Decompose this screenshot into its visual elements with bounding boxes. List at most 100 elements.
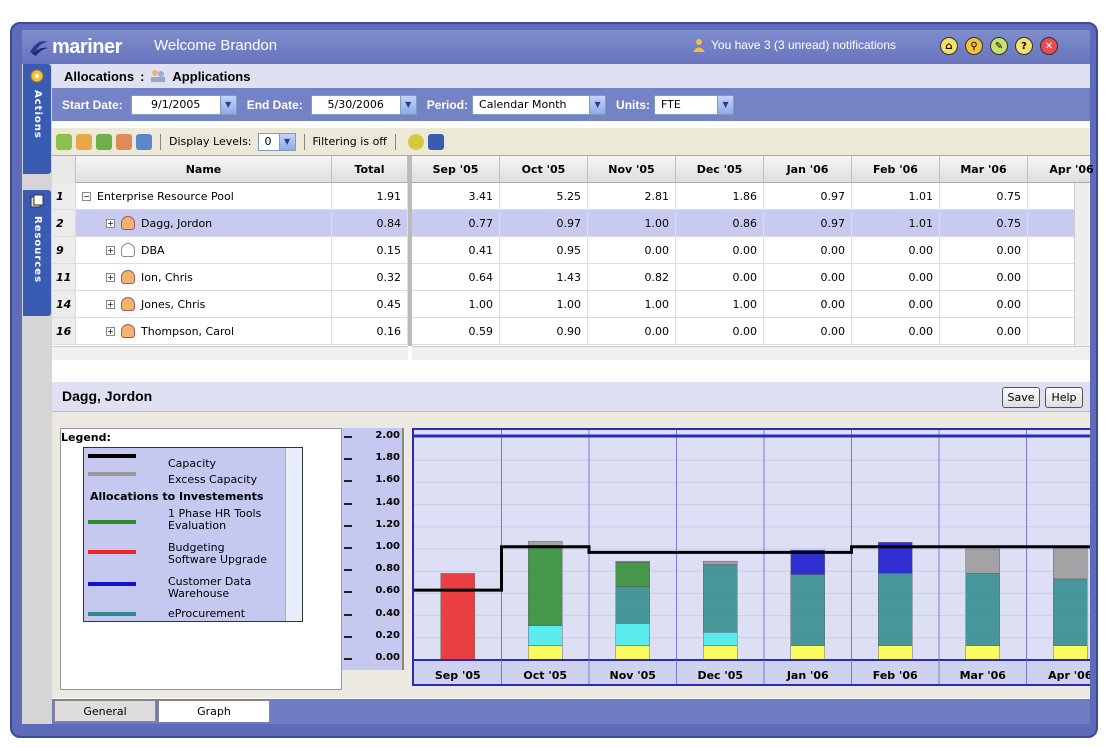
month-value-cell: 0.00	[852, 237, 940, 263]
month-column-header[interactable]: Feb '06	[852, 156, 940, 183]
legend-label: Customer Data Warehouse	[168, 575, 252, 600]
total-column-header[interactable]: Total	[332, 156, 408, 183]
person-icon	[121, 216, 135, 230]
name-cell[interactable]: + Thompson, Carol	[76, 318, 332, 344]
legend-label: Budgeting Software Upgrade	[168, 541, 268, 566]
end-date-dropdown[interactable]: 5/30/2006 ▼	[310, 94, 417, 115]
chart-bar	[878, 645, 913, 661]
fixed-horizontal-scrollbar[interactable]	[52, 346, 408, 360]
table-row[interactable]: 2 + Dagg, Jordon 0.84	[52, 210, 408, 237]
chart-bar	[440, 573, 475, 661]
legend-swatch	[88, 520, 136, 524]
replace-resource-icon[interactable]	[116, 133, 132, 150]
actions-tab[interactable]: Actions	[23, 64, 51, 174]
expand-icon[interactable]: +	[106, 326, 115, 336]
table-row[interactable]: 3.41 5.25 2.81 1.86 0.97 1.01 0.75	[412, 183, 1074, 210]
expand-icon[interactable]: +	[106, 299, 115, 309]
month-column-header[interactable]: Apr '06	[1028, 156, 1110, 183]
breadcrumb-root[interactable]: Allocations	[64, 69, 134, 84]
expand-icon[interactable]: +	[106, 218, 115, 228]
save-icon[interactable]	[427, 133, 444, 150]
expand-icon[interactable]: +	[106, 245, 115, 255]
month-column-header[interactable]: Sep '05	[412, 156, 500, 183]
months-horizontal-scrollbar[interactable]	[412, 346, 1090, 360]
chart-bar	[703, 560, 738, 565]
allocation-grid: Name Total Sep '05 Oct '05 Nov '05 Dec '05 J…	[52, 155, 1094, 372]
tab-graph[interactable]: Graph	[158, 700, 270, 722]
chart-bar	[965, 548, 1000, 574]
x-tick-label: Mar '06	[960, 669, 1007, 682]
close-icon[interactable]: ✕	[1040, 37, 1058, 55]
table-row[interactable]: 0.77 0.97 1.00 0.86 0.97 1.01 0.75	[412, 210, 1074, 237]
end-date-value: 5/30/2006	[327, 98, 384, 111]
table-row[interactable]: 14 + Jones, Chris 0.45	[52, 291, 408, 318]
expand-icon[interactable]: +	[106, 272, 115, 282]
month-column-header[interactable]: Oct '05	[500, 156, 588, 183]
chart-plot: Sep '05 Oct '05 Nov '05 Dec '05 Jan '06 Feb '…	[412, 428, 1090, 686]
month-value-cell: 1.86	[676, 183, 764, 209]
legend-scrollbar[interactable]	[285, 448, 302, 621]
display-levels-dropdown[interactable]: 0 ▼	[257, 132, 296, 151]
notifications-link[interactable]: You have 3 (3 unread) notifications	[692, 38, 896, 52]
legend-swatch	[88, 612, 136, 616]
units-dropdown[interactable]: FTE ▼	[654, 94, 735, 115]
name-cell[interactable]: + Jones, Chris	[76, 291, 332, 317]
month-value-cell: 2.81	[588, 183, 676, 209]
legend-swatch	[88, 550, 136, 554]
name-cell[interactable]: − Enterprise Resource Pool	[76, 183, 332, 209]
allocation-chart: Sep '05 Oct '05 Nov '05 Dec '05 Jan '06 Feb '…	[414, 430, 1090, 684]
table-row[interactable]: 11 + Ion, Chris 0.32	[52, 264, 408, 291]
x-tick-label: Sep '05	[435, 669, 481, 682]
month-column-header[interactable]: Jan '06	[764, 156, 852, 183]
filter-edit-icon[interactable]	[407, 133, 424, 150]
add-resource-icon[interactable]	[56, 133, 72, 150]
search-icon[interactable]: ⚲	[965, 37, 983, 55]
tab-general[interactable]: General	[54, 700, 156, 722]
help-button[interactable]: Help	[1045, 387, 1083, 408]
x-tick-label: Jan '06	[786, 669, 829, 682]
y-axis: 2.00 1.80 1.60 1.40 1.20 1.00 0.80 0.60 0.40 0.20…	[342, 428, 404, 670]
save-button[interactable]: Save	[1002, 387, 1040, 408]
row-number: 9	[52, 237, 76, 263]
month-column-header[interactable]: Nov '05	[588, 156, 676, 183]
resources-tab[interactable]: Resources	[23, 190, 51, 316]
table-row[interactable]: 1− Enterprise Resource Pool 1.91	[52, 183, 408, 210]
chevron-down-icon: ▼	[278, 133, 295, 150]
month-column-header[interactable]: Mar '06	[940, 156, 1028, 183]
legend-swatch	[88, 582, 136, 586]
start-date-dropdown[interactable]: 9/1/2005 ▼	[130, 94, 237, 115]
units-value: FTE	[661, 98, 681, 111]
logo-swoosh-icon	[30, 41, 48, 56]
edit-icon[interactable]: ✎	[990, 37, 1008, 55]
expand-icon[interactable]: −	[82, 191, 91, 201]
legend-label: Capacity	[168, 457, 217, 470]
filter-bar: Start Date: 9/1/2005 ▼ End Date: 5/30/20…	[52, 88, 1090, 121]
actions-label: Actions	[32, 90, 43, 139]
assign-resource-icon[interactable]	[96, 133, 112, 150]
table-row[interactable]: 0.41 0.95 0.00 0.00 0.00 0.00 0.00	[412, 237, 1074, 264]
name-text: Enterprise Resource Pool	[97, 189, 234, 203]
month-column-header[interactable]: Dec '05	[676, 156, 764, 183]
total-cell: 0.15	[332, 237, 408, 263]
table-row[interactable]: 1.00 1.00 1.00 1.00 0.00 0.00 0.00	[412, 291, 1074, 318]
display-levels-label: Display Levels:	[169, 135, 252, 148]
name-cell[interactable]: + Ion, Chris	[76, 264, 332, 290]
period-dropdown[interactable]: Calendar Month ▼	[472, 94, 607, 115]
table-row[interactable]: 9 + DBA 0.15	[52, 237, 408, 264]
table-row[interactable]: 16 + Thompson, Carol 0.16	[52, 318, 408, 345]
row-number: 14	[52, 291, 76, 317]
remove-resource-icon[interactable]	[76, 133, 92, 150]
table-row[interactable]: 0.59 0.90 0.00 0.00 0.00 0.00 0.00	[412, 318, 1074, 345]
home-icon[interactable]: ⌂	[940, 37, 958, 55]
name-cell[interactable]: + Dagg, Jordon	[76, 210, 332, 236]
grid-splitter[interactable]	[408, 156, 412, 346]
chart-view-icon[interactable]	[136, 133, 152, 150]
help-icon[interactable]: ?	[1015, 37, 1033, 55]
name-column-header[interactable]: Name	[76, 156, 332, 183]
legend-box: Legend: Capacity Excess Capacity Allocat…	[60, 428, 342, 690]
month-value-cell: 0.00	[940, 291, 1028, 317]
chart-bar	[703, 645, 738, 661]
name-cell[interactable]: + DBA	[76, 237, 332, 263]
grid-vertical-scrollbar[interactable]	[1074, 183, 1089, 346]
table-row[interactable]: 0.64 1.43 0.82 0.00 0.00 0.00 0.00	[412, 264, 1074, 291]
